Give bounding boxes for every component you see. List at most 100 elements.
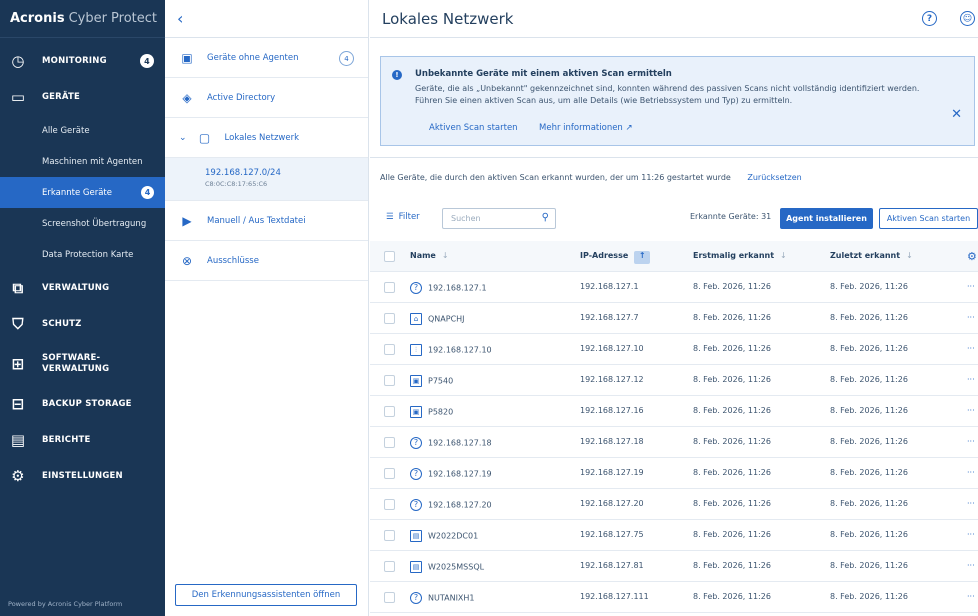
close-icon[interactable]: ✕ [951, 107, 962, 122]
filter-button[interactable]: ☰ Filter [386, 212, 420, 222]
scan-status-text: Alle Geräte, die durch den aktiven Scan … [380, 173, 731, 182]
table-row[interactable]: ? NUTANIXH1 192.168.127.111 8. Feb. 2026, 1… [370, 582, 978, 613]
install-agent-button[interactable]: Agent installieren [780, 208, 873, 229]
more-actions-icon[interactable]: ··· [967, 375, 975, 384]
column-name[interactable]: Name ↓ [410, 251, 449, 260]
menu-active-directory[interactable]: ◈ Active Directory [165, 78, 368, 118]
row-checkbox[interactable] [384, 468, 395, 479]
table-row[interactable]: ▤ W2025MSSQL 192.168.127.81 8. Feb. 2026, 1… [370, 551, 978, 582]
nav-software-management[interactable]: ⊞ SOFTWARE- VERWALTUNG [0, 342, 165, 386]
last-seen-cell: 8. Feb. 2026, 11:26 [830, 592, 908, 601]
last-seen-cell: 8. Feb. 2026, 11:26 [830, 282, 908, 291]
table-row[interactable]: ? 192.168.127.20 192.168.127.20 8. Feb. 202… [370, 489, 978, 520]
device-name: 192.168.127.20 [428, 500, 492, 510]
open-discovery-wizard-button[interactable]: Den Erkennungsassistenten öffnen [175, 584, 357, 606]
monitor-icon: ▭ [10, 88, 26, 106]
column-first-seen[interactable]: Erstmalig erkannt ↓ [693, 251, 787, 260]
device-name-cell: ? 192.168.127.20 [410, 499, 492, 511]
row-checkbox[interactable] [384, 313, 395, 324]
discovered-count: Erkannte Geräte: 31 [690, 212, 772, 221]
reset-link[interactable]: Zurücksetzen [747, 173, 801, 182]
row-checkbox[interactable] [384, 282, 395, 293]
first-seen-cell: 8. Feb. 2026, 11:26 [693, 406, 771, 415]
table-row[interactable]: ⌂ QNAPCHJ 192.168.127.7 8. Feb. 2026, 11:26… [370, 303, 978, 334]
first-seen-cell: 8. Feb. 2026, 11:26 [693, 592, 771, 601]
subnet-item[interactable]: 192.168.127.0/24 C8:0C:C8:17:65:C6 [165, 158, 368, 201]
menu-exclusions[interactable]: ⊗ Ausschlüsse [165, 241, 368, 281]
row-checkbox[interactable] [384, 344, 395, 355]
menu-local-network[interactable]: ⌄ ▢ Lokales Netzwerk [165, 118, 368, 158]
help-icon[interactable]: ? [922, 11, 937, 26]
more-actions-icon[interactable]: ··· [967, 406, 975, 415]
filter-icon: ☰ [386, 212, 394, 222]
more-actions-icon[interactable]: ··· [967, 561, 975, 570]
ip-cell: 192.168.127.16 [580, 406, 644, 415]
row-checkbox[interactable] [384, 375, 395, 386]
nav-settings[interactable]: ⚙ EINSTELLUNGEN [0, 458, 165, 494]
start-active-scan-link[interactable]: Aktiven Scan starten [429, 123, 518, 133]
more-actions-icon[interactable]: ··· [967, 344, 975, 353]
menu-manual-textfile[interactable]: ▶ Manuell / Aus Textdatei [165, 201, 368, 241]
device-name-cell: ? NUTANIXH1 [410, 592, 475, 604]
sidebar-item-label: Screenshot Übertragung [42, 218, 147, 229]
more-actions-icon[interactable]: ··· [967, 313, 975, 322]
scan-status: Alle Geräte, die durch den aktiven Scan … [380, 173, 802, 182]
device-name-cell: ⫶ 192.168.127.10 [410, 344, 492, 356]
sidebar-item-discovered-devices[interactable]: Erkannte Geräte 4 [0, 177, 165, 208]
more-actions-icon[interactable]: ··· [967, 530, 975, 539]
ip-cell: 192.168.127.18 [580, 437, 644, 446]
row-checkbox[interactable] [384, 406, 395, 417]
table-row[interactable]: ▤ W2022DC01 192.168.127.75 8. Feb. 2026, 11… [370, 520, 978, 551]
shield-icon: ⛉ [12, 315, 24, 333]
column-ip[interactable]: IP-Adresse ↑ [580, 251, 651, 264]
device-name: P7540 [428, 376, 454, 386]
search-field[interactable]: ⚲ [442, 208, 556, 229]
software-icon: ⊞ [11, 354, 25, 373]
nav-management-label: VERWALTUNG [42, 283, 110, 293]
more-actions-icon[interactable]: ··· [967, 282, 975, 291]
sidebar-footer: Powered by Acronis Cyber Platform [8, 600, 123, 608]
column-last-seen[interactable]: Zuletzt erkannt ↓ [830, 251, 913, 260]
nav-protection[interactable]: ⛉ SCHUTZ [0, 306, 165, 342]
select-all-checkbox[interactable] [384, 251, 395, 262]
more-actions-icon[interactable]: ··· [967, 499, 975, 508]
nav-management[interactable]: ⧉ VERWALTUNG [0, 270, 165, 306]
account-icon[interactable]: ☺ [960, 11, 975, 26]
nav-devices[interactable]: ▭ GERÄTE [0, 79, 165, 115]
back-arrow-icon[interactable]: ‹ [177, 9, 183, 28]
info-banner: ! Unbekannte Geräte mit einem aktiven Sc… [380, 56, 975, 146]
start-active-scan-button[interactable]: Aktiven Scan starten [879, 208, 978, 229]
sidebar-item-data-protection-map[interactable]: Data Protection Karte [0, 239, 165, 270]
row-checkbox[interactable] [384, 561, 395, 572]
more-info-link[interactable]: Mehr informationen ↗ [539, 123, 633, 133]
more-actions-icon[interactable]: ··· [967, 592, 975, 601]
row-checkbox[interactable] [384, 499, 395, 510]
more-actions-icon[interactable]: ··· [967, 468, 975, 477]
table-row[interactable]: ▣ P7540 192.168.127.12 8. Feb. 2026, 11:26 8… [370, 365, 978, 396]
row-checkbox[interactable] [384, 437, 395, 448]
row-checkbox[interactable] [384, 592, 395, 603]
table-row[interactable]: ⫶ 192.168.127.10 192.168.127.10 8. Feb. 202… [370, 334, 978, 365]
unknown-device-icon: ? [410, 282, 422, 294]
first-seen-cell: 8. Feb. 2026, 11:26 [693, 437, 771, 446]
menu-devices-without-agents[interactable]: ▣ Geräte ohne Agenten 4 [165, 38, 368, 78]
sidebar-item-machines-with-agents[interactable]: Maschinen mit Agenten [0, 146, 165, 177]
sidebar-item-screenshot-transfer[interactable]: Screenshot Übertragung [0, 208, 165, 239]
ip-cell: 192.168.127.111 [580, 592, 649, 601]
table-row[interactable]: ? 192.168.127.19 192.168.127.19 8. Feb. 202… [370, 458, 978, 489]
table-row[interactable]: ▣ P5820 192.168.127.16 8. Feb. 2026, 11:26 8… [370, 396, 978, 427]
more-actions-icon[interactable]: ··· [967, 437, 975, 446]
table-row[interactable]: ? 192.168.127.1 192.168.127.1 8. Feb. 2026,… [370, 272, 978, 303]
sidebar-item-all-devices[interactable]: Alle Geräte [0, 115, 165, 146]
nav-reports[interactable]: ▤ BERICHTE [0, 422, 165, 458]
table-row[interactable]: ? 192.168.127.18 192.168.127.18 8. Feb. 202… [370, 427, 978, 458]
nav-monitoring[interactable]: ◷ MONITORING 4 [0, 43, 165, 79]
divider [370, 157, 978, 158]
row-checkbox[interactable] [384, 530, 395, 541]
table-header: Name ↓ IP-Adresse ↑ Erstmalig erkannt ↓ Zul… [370, 241, 978, 272]
search-input[interactable] [443, 209, 533, 228]
column-settings-gear-icon[interactable]: ⚙ [967, 250, 977, 263]
nav-backup-storage[interactable]: ⊟ BACKUP STORAGE [0, 386, 165, 422]
page-title: Lokales Netzwerk [382, 9, 514, 28]
device-name: 192.168.127.19 [428, 469, 492, 479]
